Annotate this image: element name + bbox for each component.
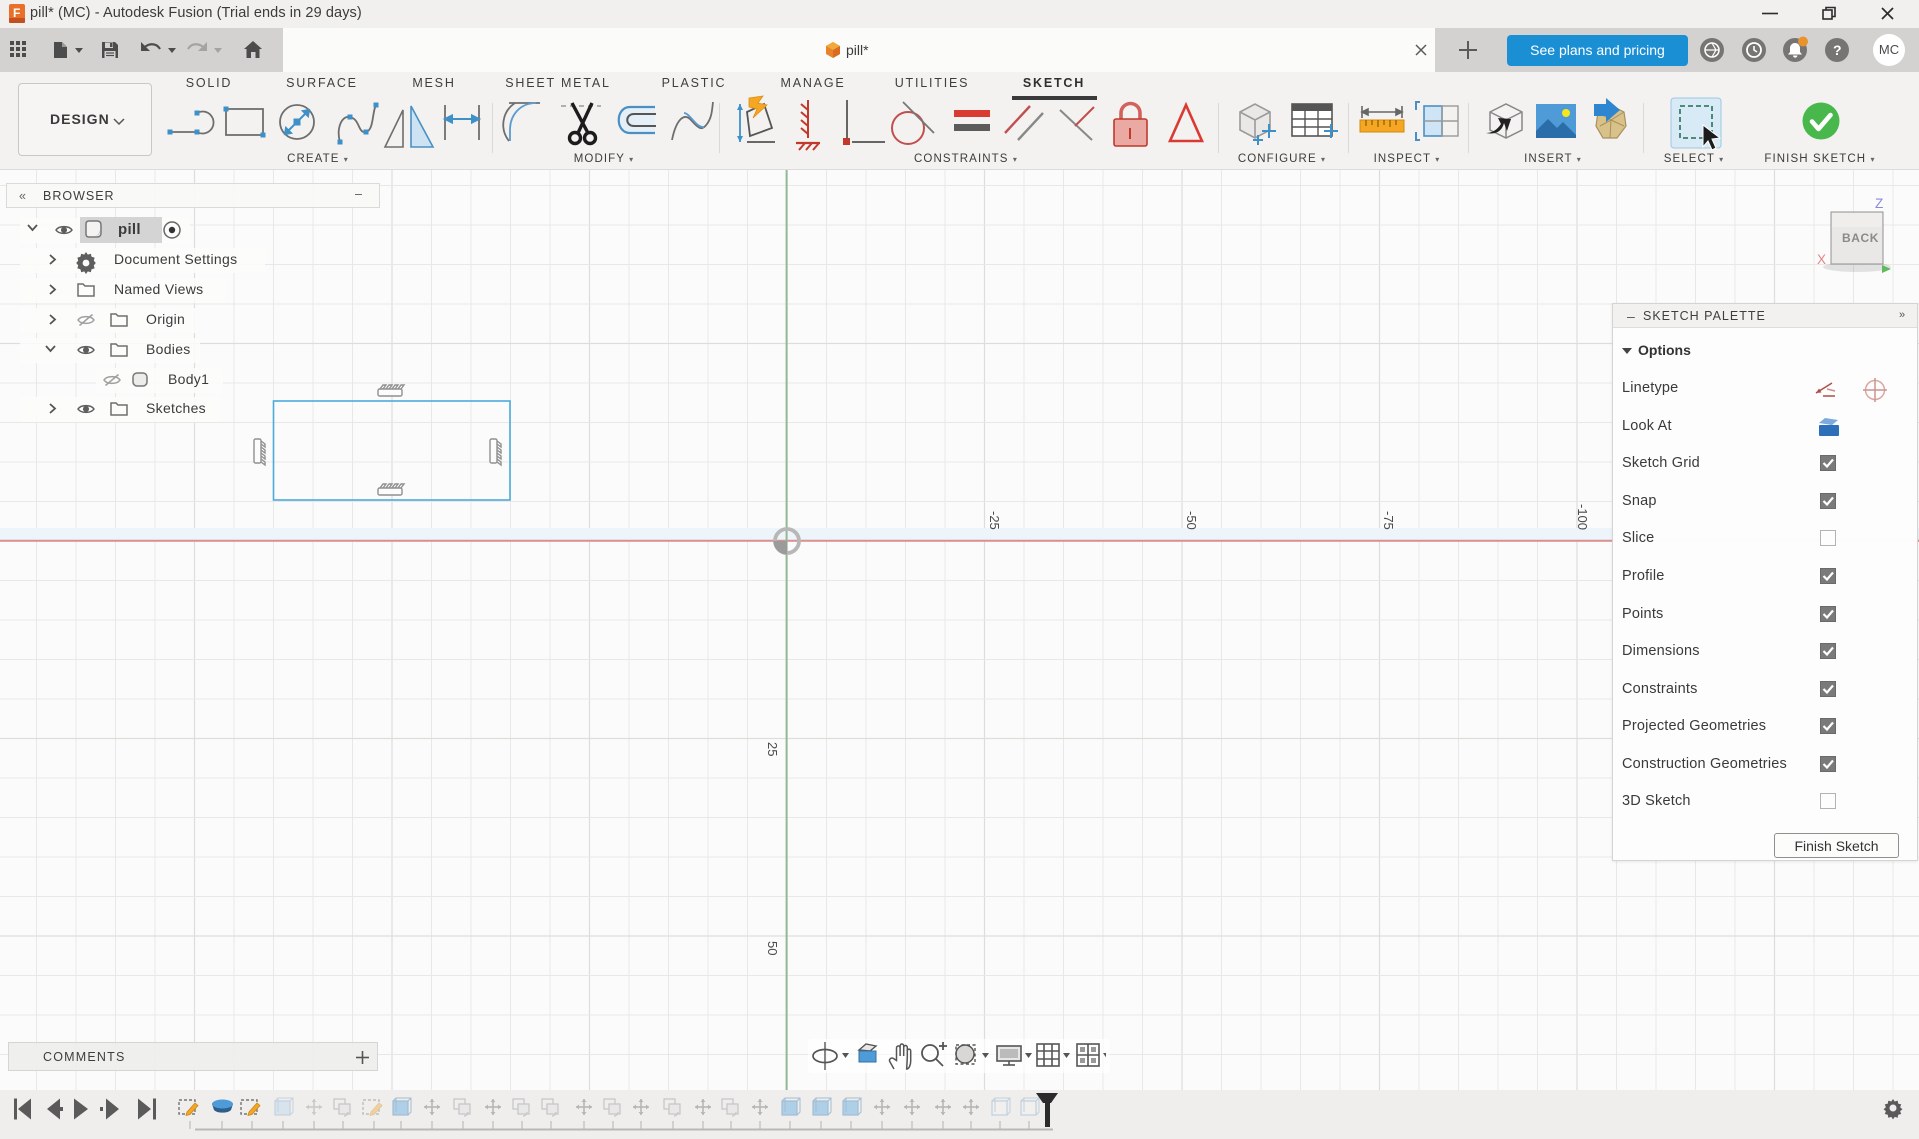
svg-text:-50: -50 <box>1184 511 1199 530</box>
svg-text:25: 25 <box>765 742 780 756</box>
svg-text:50: 50 <box>765 941 780 955</box>
svg-text:Z: Z <box>1875 196 1883 211</box>
svg-text:BACK: BACK <box>1842 231 1879 245</box>
svg-text:X: X <box>1817 252 1826 267</box>
svg-text:-100: -100 <box>1575 504 1590 530</box>
svg-text:-75: -75 <box>1381 511 1396 530</box>
svg-text:-25: -25 <box>987 511 1002 530</box>
